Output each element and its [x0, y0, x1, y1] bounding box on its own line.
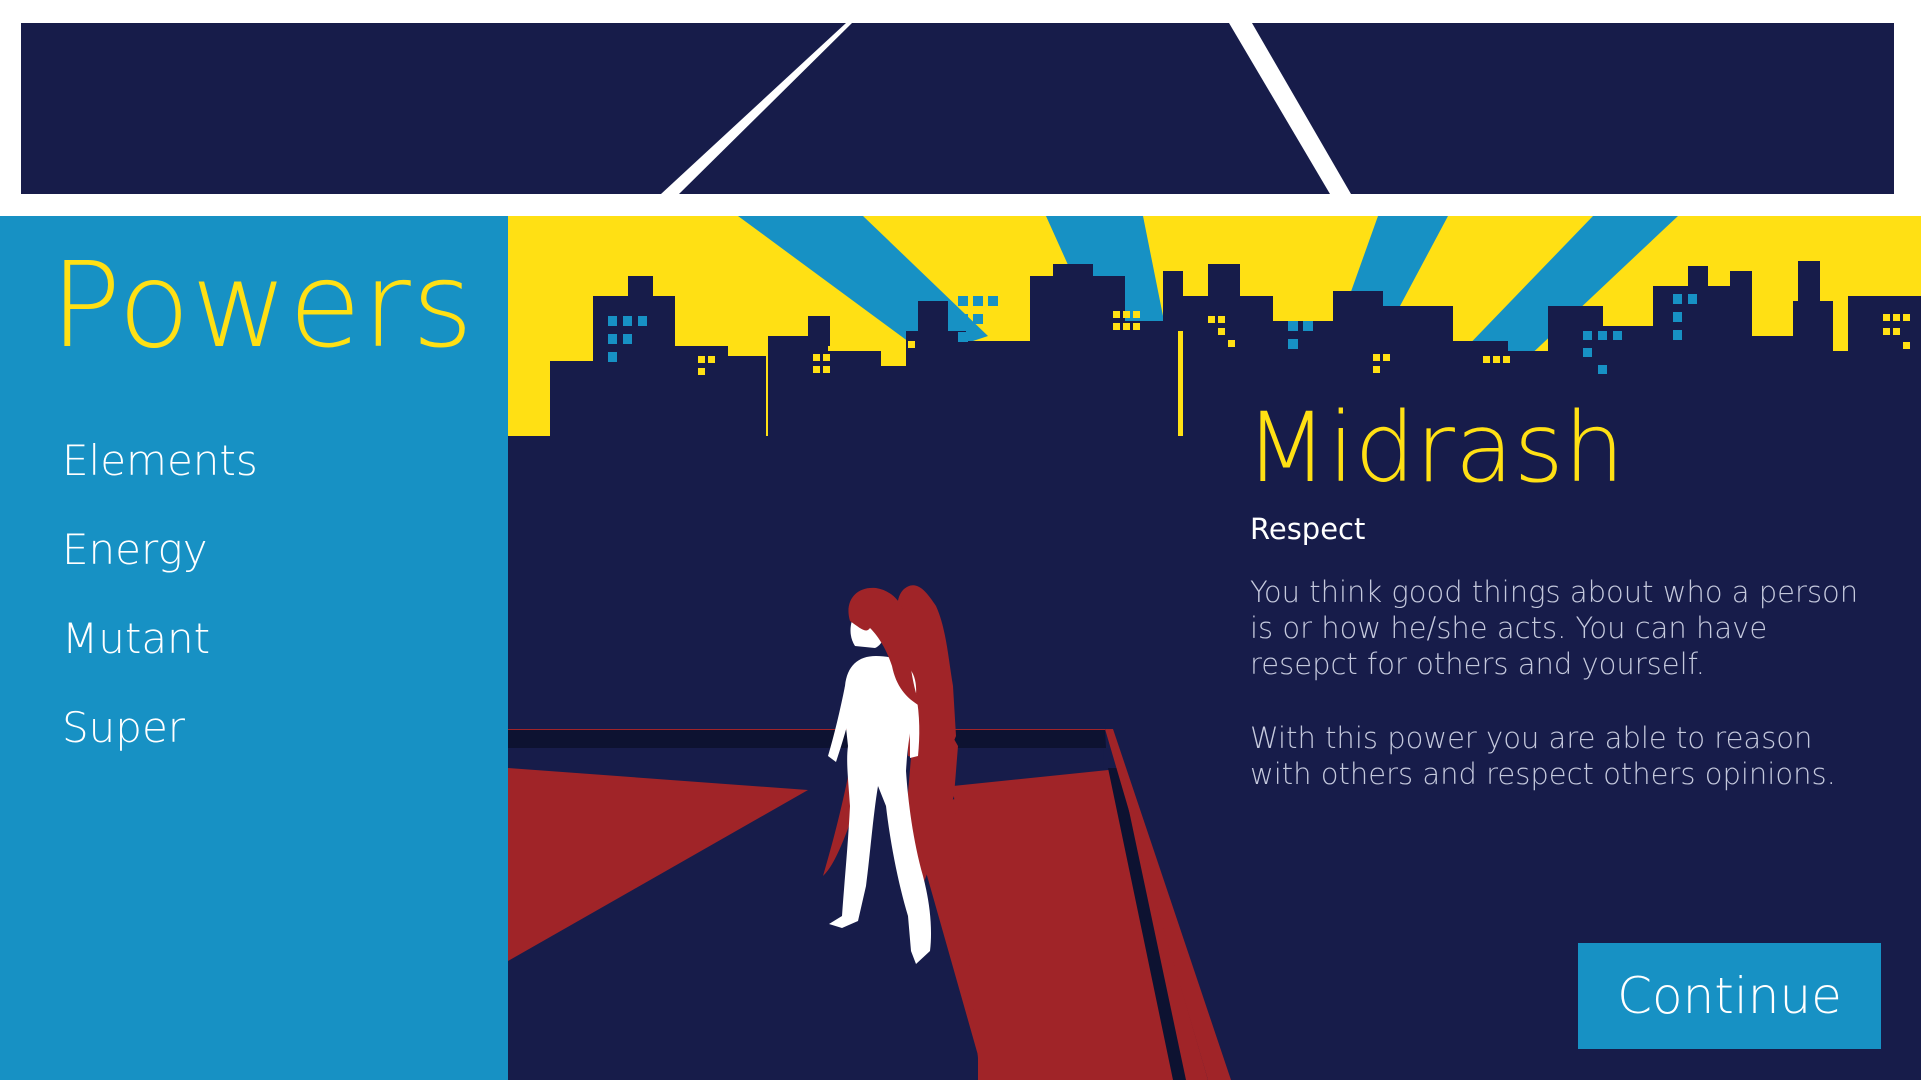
menu-item-elements[interactable]: Elements	[62, 426, 258, 515]
power-category-menu: Elements Energy Mutant Super	[62, 426, 258, 782]
menu-item-mutant[interactable]: Mutant	[62, 604, 258, 693]
power-description: You think good things about who a person…	[1250, 575, 1859, 681]
power-ability-description: With this power you are able to reason w…	[1250, 721, 1836, 791]
power-name: Respect	[1250, 512, 1366, 546]
banner-panel-right	[1252, 23, 1894, 194]
continue-button[interactable]: Continue	[1578, 943, 1881, 1049]
powers-sidebar: Powers Elements Energy Mutant Super	[0, 216, 508, 1080]
top-banner	[0, 0, 1921, 216]
hero-name: Midrash	[1245, 392, 1625, 504]
sidebar-title: Powers	[50, 236, 475, 374]
menu-item-energy[interactable]: Energy	[62, 515, 258, 604]
menu-item-super[interactable]: Super	[62, 693, 258, 782]
